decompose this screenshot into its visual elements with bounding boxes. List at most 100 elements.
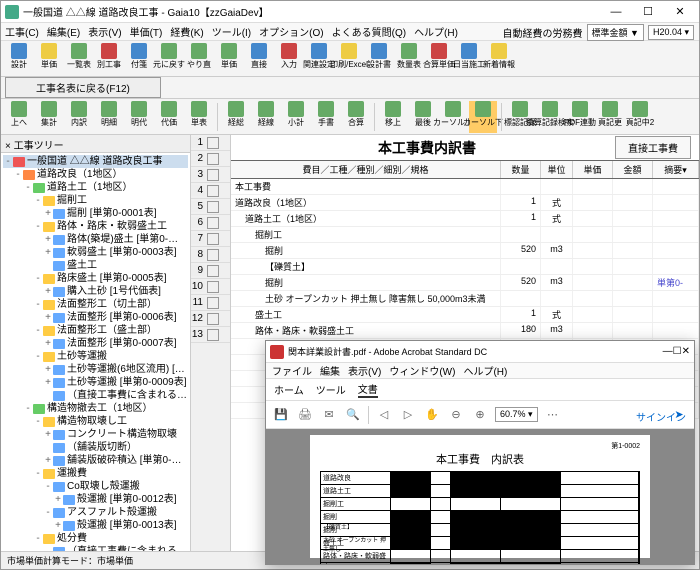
pdf-next-icon[interactable]: ▷	[399, 406, 417, 424]
tree-item[interactable]: -処分費	[3, 532, 188, 545]
tree-expander[interactable]: -	[23, 402, 33, 415]
pdf-tab[interactable]: 文書	[358, 381, 378, 398]
tree-expander[interactable]: +	[43, 376, 53, 389]
row-checkbox[interactable]	[207, 153, 219, 165]
toolbar2-button[interactable]: 集計	[35, 101, 63, 133]
tree-expander[interactable]: -	[43, 480, 53, 493]
tree-expander[interactable]: +	[43, 246, 53, 259]
menu-item[interactable]: ヘルプ(H)	[414, 24, 458, 39]
menu-item[interactable]: よくある質問(Q)	[332, 24, 406, 39]
toolbar2-button[interactable]: カーソル下	[469, 101, 497, 133]
tree-item[interactable]: -土砂等運搬	[3, 350, 188, 363]
row-checkbox[interactable]	[207, 281, 219, 293]
tree-item[interactable]: +舗装版破砕積込 [単第0-…	[3, 454, 188, 467]
tree-item[interactable]: +法面整形 [単第0-0006表]	[3, 311, 188, 324]
tree-item[interactable]: +土砂等運搬 [単第0-0009表]	[3, 376, 188, 389]
pdf-search-icon[interactable]: 🔍	[344, 406, 362, 424]
tree-expander[interactable]: -	[33, 272, 43, 285]
pdf-maximize-button[interactable]: ☐	[673, 346, 682, 357]
table-row[interactable]: 土砂 オープンカット 押土無し 障害無し 50,000m3未満	[231, 291, 699, 307]
tree-expander[interactable]: +	[53, 519, 63, 532]
toolbar2-button[interactable]: 上へ	[5, 101, 33, 133]
toolbar2-button[interactable]: 頁記更	[596, 101, 624, 133]
pdf-signin-link[interactable]: サインイン	[636, 409, 686, 424]
table-row[interactable]: 掘削工	[231, 227, 699, 243]
tree-expander[interactable]: +	[43, 454, 53, 467]
toolbar-button[interactable]: 単価	[35, 43, 63, 75]
tree-item[interactable]: （直接工事費に含まれる…	[3, 389, 188, 402]
tree-expander[interactable]: -	[33, 194, 43, 207]
pdf-menu-item[interactable]: 表示(V)	[348, 363, 381, 378]
grid-row[interactable]: 3	[191, 167, 230, 183]
grid-row[interactable]: 11	[191, 295, 230, 311]
row-checkbox[interactable]	[207, 217, 219, 229]
row-checkbox[interactable]	[207, 313, 219, 325]
row-checkbox[interactable]	[207, 249, 219, 261]
standard-amount-combo[interactable]: 標準金額 ▼	[587, 24, 644, 41]
tree-item[interactable]: +土砂等運搬(6地区流用) […	[3, 363, 188, 376]
toolbar-button[interactable]: 設計書	[365, 43, 393, 75]
pdf-zoomin-icon[interactable]: ⊕	[471, 406, 489, 424]
toolbar-button[interactable]: 一覧表	[65, 43, 93, 75]
toolbar2-button[interactable]: 明代	[125, 101, 153, 133]
maximize-button[interactable]: ☐	[633, 3, 663, 21]
toolbar2-button[interactable]: 小計	[282, 101, 310, 133]
grid-row[interactable]: 9	[191, 263, 230, 279]
toolbar-button[interactable]: やり直	[185, 43, 213, 75]
tree-item[interactable]: （舗装版切断）	[3, 441, 188, 454]
close-button[interactable]: ✕	[665, 3, 695, 21]
toolbar-button[interactable]: 新着情報	[485, 43, 513, 75]
tree-expander[interactable]: -	[33, 350, 43, 363]
toolbar2-button[interactable]: 経線	[252, 101, 280, 133]
pdf-content[interactable]: 第1-0002 本工事費 内訳表 道路改良道路土工掘削工掘削【礫質土】掘削土砂 …	[266, 429, 694, 564]
table-row[interactable]: 盛土工1式	[231, 307, 699, 323]
grid-row[interactable]: 2	[191, 151, 230, 167]
toolbar-button[interactable]: 単価	[215, 43, 243, 75]
tree-item[interactable]: -構造物撤去工（1地区）	[3, 402, 188, 415]
grid-row[interactable]: 10	[191, 279, 230, 295]
grid-row[interactable]: 8	[191, 247, 230, 263]
table-row[interactable]: 道路改良（1地区）1式	[231, 195, 699, 211]
toolbar2-button[interactable]: 移上	[379, 101, 407, 133]
tree-expander[interactable]: -	[23, 181, 33, 194]
toolbar-button[interactable]: 合算単価	[425, 43, 453, 75]
tree-item[interactable]: -一般国道 △△線 道路改良工事	[3, 155, 188, 168]
toolbar-button[interactable]: 直接	[245, 43, 273, 75]
grid-row[interactable]: 7	[191, 231, 230, 247]
menu-item[interactable]: 編集(E)	[47, 24, 80, 39]
table-row[interactable]: 【礫質土】	[231, 259, 699, 275]
menu-item[interactable]: オプション(O)	[259, 24, 323, 39]
tree-expander[interactable]: -	[43, 506, 53, 519]
menu-item[interactable]: 工事(C)	[5, 24, 39, 39]
table-row[interactable]: 掘削520m3単第0-0001表	[231, 275, 699, 291]
pdf-tab[interactable]: ツール	[316, 382, 346, 397]
tree-item[interactable]: -構造物取壊し工	[3, 415, 188, 428]
grid-row[interactable]: 12	[191, 311, 230, 327]
toolbar2-button[interactable]: 経総	[222, 101, 250, 133]
toolbar2-button[interactable]: 手書	[312, 101, 340, 133]
tree-item[interactable]: -法面整形工（切土部）	[3, 298, 188, 311]
tree-item[interactable]: -掘削工	[3, 194, 188, 207]
tree-item[interactable]: -道路改良（1地区）	[3, 168, 188, 181]
pdf-tab[interactable]: ホーム	[274, 382, 304, 397]
direct-cost-button[interactable]: 直接工事費	[615, 136, 691, 159]
tree-item[interactable]: -路床盛土 [単第0-0005表]	[3, 272, 188, 285]
row-checkbox[interactable]	[207, 169, 219, 181]
col-note[interactable]: 摘要▾	[653, 161, 699, 178]
pdf-tool-extra[interactable]: ⋯	[544, 406, 562, 424]
tree-expander[interactable]: +	[43, 233, 53, 246]
pdf-zoom-combo[interactable]: 60.7% ▾	[495, 407, 538, 422]
grid-row[interactable]: 13	[191, 327, 230, 343]
toolbar-button[interactable]: 別工事	[95, 43, 123, 75]
tree-item[interactable]: +殻運搬 [単第0-0013表]	[3, 519, 188, 532]
tree-item[interactable]: +コンクリート構造物取壊	[3, 428, 188, 441]
tree-item[interactable]: +購入土砂 [1号代価表]	[3, 285, 188, 298]
toolbar-button[interactable]: 設計	[5, 43, 33, 75]
tree-expander[interactable]: -	[33, 324, 43, 337]
tree-item[interactable]: +軟弱盛土 [単第0-0003表]	[3, 246, 188, 259]
tree-item[interactable]: +法面整形 [単第0-0007表]	[3, 337, 188, 350]
row-checkbox[interactable]	[207, 297, 219, 309]
tree-expander[interactable]: +	[43, 285, 53, 298]
toolbar2-button[interactable]: 単表	[185, 101, 213, 133]
menu-item[interactable]: 表示(V)	[88, 24, 121, 39]
